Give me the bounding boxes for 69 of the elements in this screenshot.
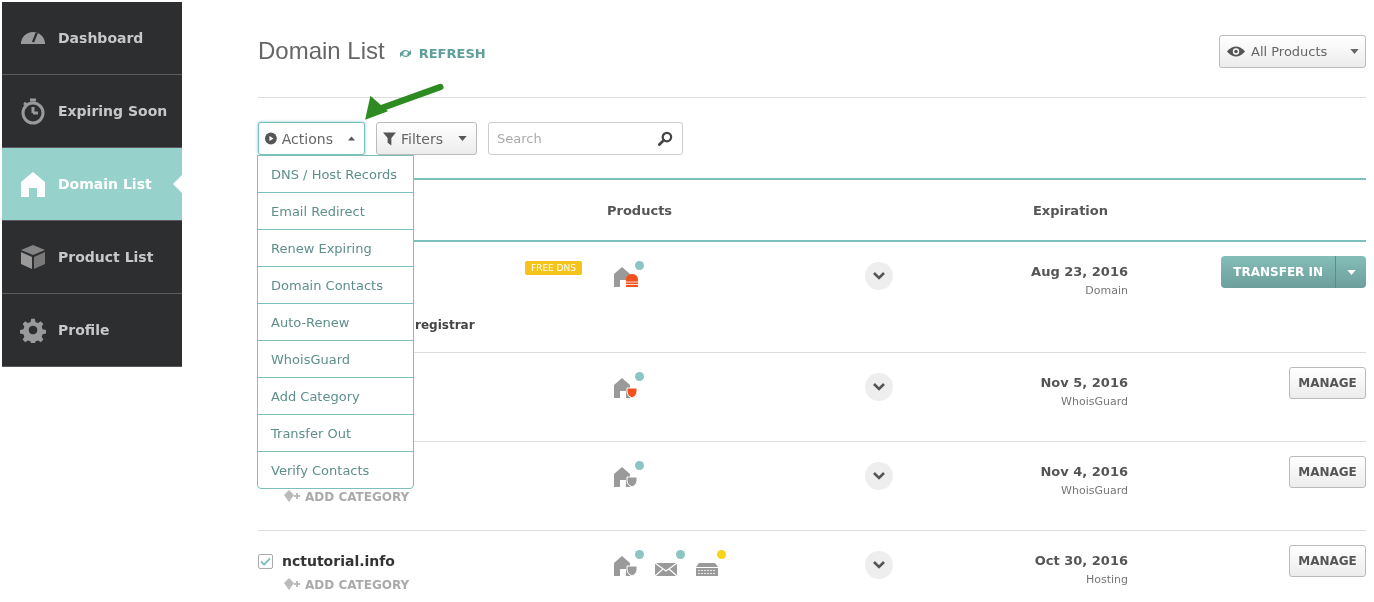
column-header: Products: [607, 202, 674, 218]
chevron-down-icon: [873, 383, 885, 391]
row-checkbox[interactable]: [258, 553, 273, 569]
box-icon: [20, 244, 46, 270]
house-icon: [613, 376, 639, 398]
expiration-date: Nov 4, 2016: [1040, 463, 1128, 481]
gear-icon: [20, 317, 46, 343]
search-field[interactable]: Search: [488, 122, 683, 155]
actions-dropdown[interactable]: Actions: [258, 122, 365, 155]
house-icon: [613, 265, 639, 287]
refresh-icon: [398, 47, 412, 59]
expand-button[interactable]: [865, 373, 893, 401]
search-icon: [658, 131, 673, 146]
eye-icon: [1226, 44, 1246, 58]
domain-name[interactable]: nctutorial.info: [282, 553, 395, 569]
selection-pointer: [173, 175, 182, 193]
menu-item[interactable]: Add Category: [258, 378, 413, 415]
expand-button[interactable]: [865, 262, 893, 290]
chevron-down-icon: [873, 472, 885, 480]
filters-dropdown[interactable]: Filters: [376, 122, 477, 155]
house-icon: [613, 554, 639, 576]
house-icon: [613, 465, 639, 487]
funnel-icon: [383, 131, 396, 146]
free-dns-badge: FREE DNS: [524, 261, 582, 275]
product-type: Hosting: [1085, 573, 1128, 586]
menu-item[interactable]: DNS / Host Records: [258, 156, 413, 193]
house-icon: [20, 170, 46, 198]
caret-icon: [347, 136, 355, 141]
column-header: Expiration: [1032, 202, 1108, 218]
envelope-icon: [654, 562, 678, 576]
tag-plus-icon: [284, 490, 300, 504]
manage-button[interactable]: MANAGE: [1289, 545, 1366, 577]
view-filter-dropdown[interactable]: All Products: [1219, 34, 1366, 68]
menu-item[interactable]: Auto-Renew: [258, 304, 413, 341]
chevron-down-icon: [873, 561, 885, 569]
expand-button[interactable]: [865, 551, 893, 579]
expiration-date: Oct 30, 2016: [1034, 552, 1128, 570]
caret-icon: [457, 136, 467, 141]
product-type: Domain: [1085, 284, 1128, 297]
menu-item[interactable]: Email Redirect: [258, 193, 413, 230]
sidebar-item[interactable]: Product List: [2, 221, 182, 294]
product-type: WhoisGuard: [1061, 484, 1128, 497]
caret-icon: [1350, 48, 1359, 54]
menu-item[interactable]: Transfer Out: [258, 415, 413, 452]
page-title: Domain List: [258, 37, 385, 65]
menu-item[interactable]: Renew Expiring: [258, 230, 413, 267]
server-icon: [695, 562, 719, 576]
sidebar-item[interactable]: Dashboard: [2, 2, 182, 75]
product-type: WhoisGuard: [1061, 395, 1128, 408]
menu-item[interactable]: Verify Contacts: [258, 452, 413, 488]
expiration-date: Aug 23, 2016: [1031, 263, 1128, 281]
menu-item[interactable]: WhoisGuard: [258, 341, 413, 378]
caret-icon: [1346, 269, 1356, 275]
chevron-down-icon: [873, 272, 885, 280]
manage-button[interactable]: MANAGE: [1289, 367, 1366, 399]
tag-plus-icon: [284, 578, 300, 592]
stopwatch-icon: [20, 97, 46, 125]
manage-button[interactable]: MANAGE: [1289, 456, 1366, 488]
refresh-link[interactable]: REFRESH: [398, 45, 486, 61]
transfer-in-button[interactable]: TRANSFER IN: [1221, 256, 1336, 288]
menu-item[interactable]: Domain Contacts: [258, 267, 413, 304]
domain-note: registrar: [415, 318, 475, 332]
add-category-link[interactable]: ADD CATEGORY: [284, 490, 410, 504]
expiration-date: Nov 5, 2016: [1040, 374, 1128, 392]
add-category-link[interactable]: ADD CATEGORY: [284, 578, 410, 592]
expand-button[interactable]: [865, 462, 893, 490]
gauge-icon: [20, 31, 46, 45]
sidebar-item[interactable]: Profile: [2, 294, 182, 367]
play-icon: [265, 131, 277, 146]
